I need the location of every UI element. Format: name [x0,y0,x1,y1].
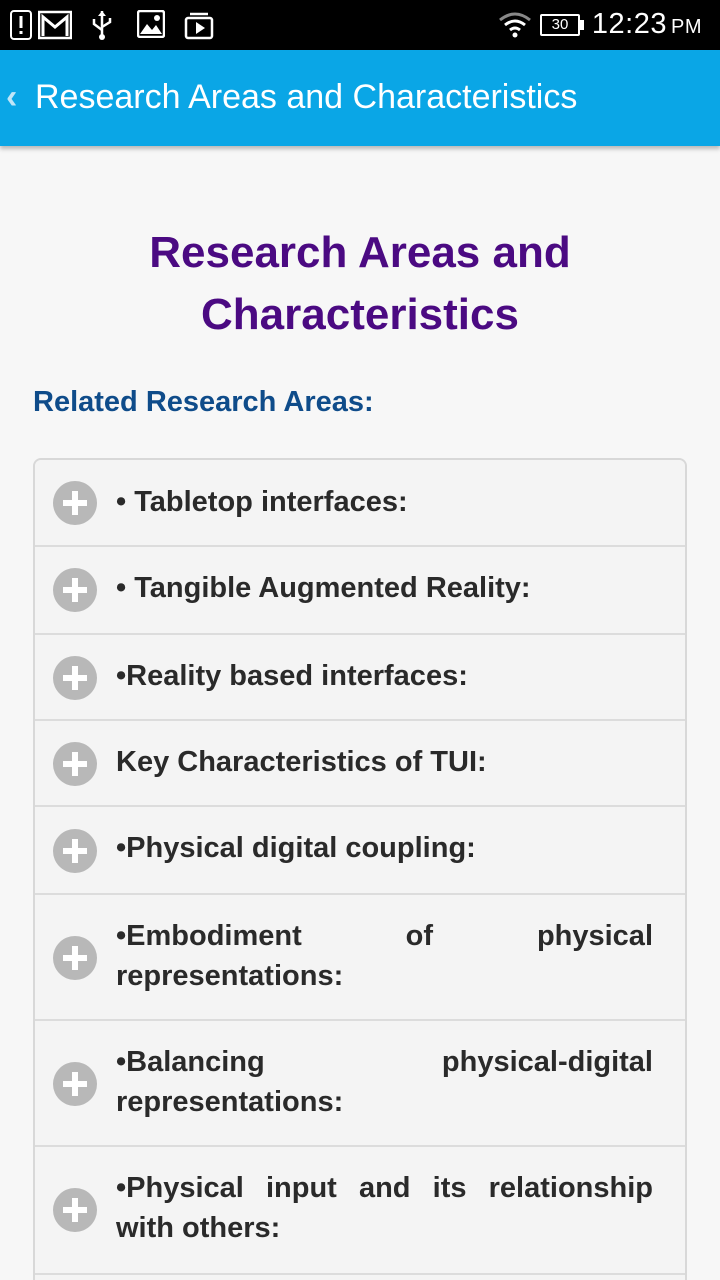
accordion: • Tabletop interfaces: • Tangible Augmen… [33,458,687,1280]
usb-icon [92,11,112,40]
accordion-item[interactable]: • Tangible Augmented Reality: [35,547,685,635]
expand-plus-icon[interactable] [53,656,97,700]
expand-plus-icon[interactable] [53,1062,97,1106]
battery-icon: 30 [540,14,584,36]
accordion-item-label: • Tabletop interfaces: [116,486,408,518]
accordion-item[interactable]: •Reality based interfaces: [35,635,685,721]
expand-plus-icon[interactable] [53,1188,97,1232]
app-bar-title[interactable]: Research Areas and Characteristics [35,78,577,117]
alert-icon [10,10,32,40]
accordion-item-label: •Embodiment of physical representations: [116,920,653,992]
page-title: Research Areas and Characteristics [149,228,571,339]
accordion-item[interactable]: Key Characteristics of TUI: [35,721,685,807]
accordion-item[interactable]: • Tabletop interfaces: [35,460,685,547]
accordion-item[interactable] [35,1275,685,1280]
clock-ampm: PM [671,16,702,38]
expand-plus-icon[interactable] [53,742,97,786]
expand-plus-icon[interactable] [53,568,97,612]
accordion-item-label: •Reality based interfaces: [116,660,468,692]
battery-level: 30 [551,16,569,33]
clock-time: 12:23 [591,8,667,40]
accordion-item-label: •Physical digital coupling: [116,832,476,864]
image-icon [137,10,165,38]
accordion-item-label: •Balancing physical-digital representati… [116,1046,653,1118]
accordion-item[interactable]: •Physical digital coupling: [35,807,685,895]
expand-plus-icon[interactable] [53,936,97,980]
gmail-icon [38,10,72,40]
clock: 12:23 PM [592,8,702,41]
media-icon [184,12,214,40]
accordion-item-label: •Physical input and its relationship wit… [116,1172,653,1244]
expand-plus-icon[interactable] [53,829,97,873]
accordion-item[interactable]: •Embodiment of physical representations: [35,895,685,1021]
accordion-item[interactable]: •Physical input and its relationship wit… [35,1147,685,1275]
accordion-item-label: • Tangible Augmented Reality: [116,572,531,604]
status-bar: 30 12:23 PM [0,0,720,50]
accordion-item[interactable]: •Balancing physical-digital representati… [35,1021,685,1147]
expand-plus-icon[interactable] [53,481,97,525]
wifi-icon [499,12,531,38]
app-bar: ‹ Research Areas and Characteristics [0,50,720,146]
back-chevron-icon[interactable]: ‹ [6,78,17,117]
section-heading: Related Research Areas: [33,386,374,418]
accordion-item-label: Key Characteristics of TUI: [116,746,487,778]
